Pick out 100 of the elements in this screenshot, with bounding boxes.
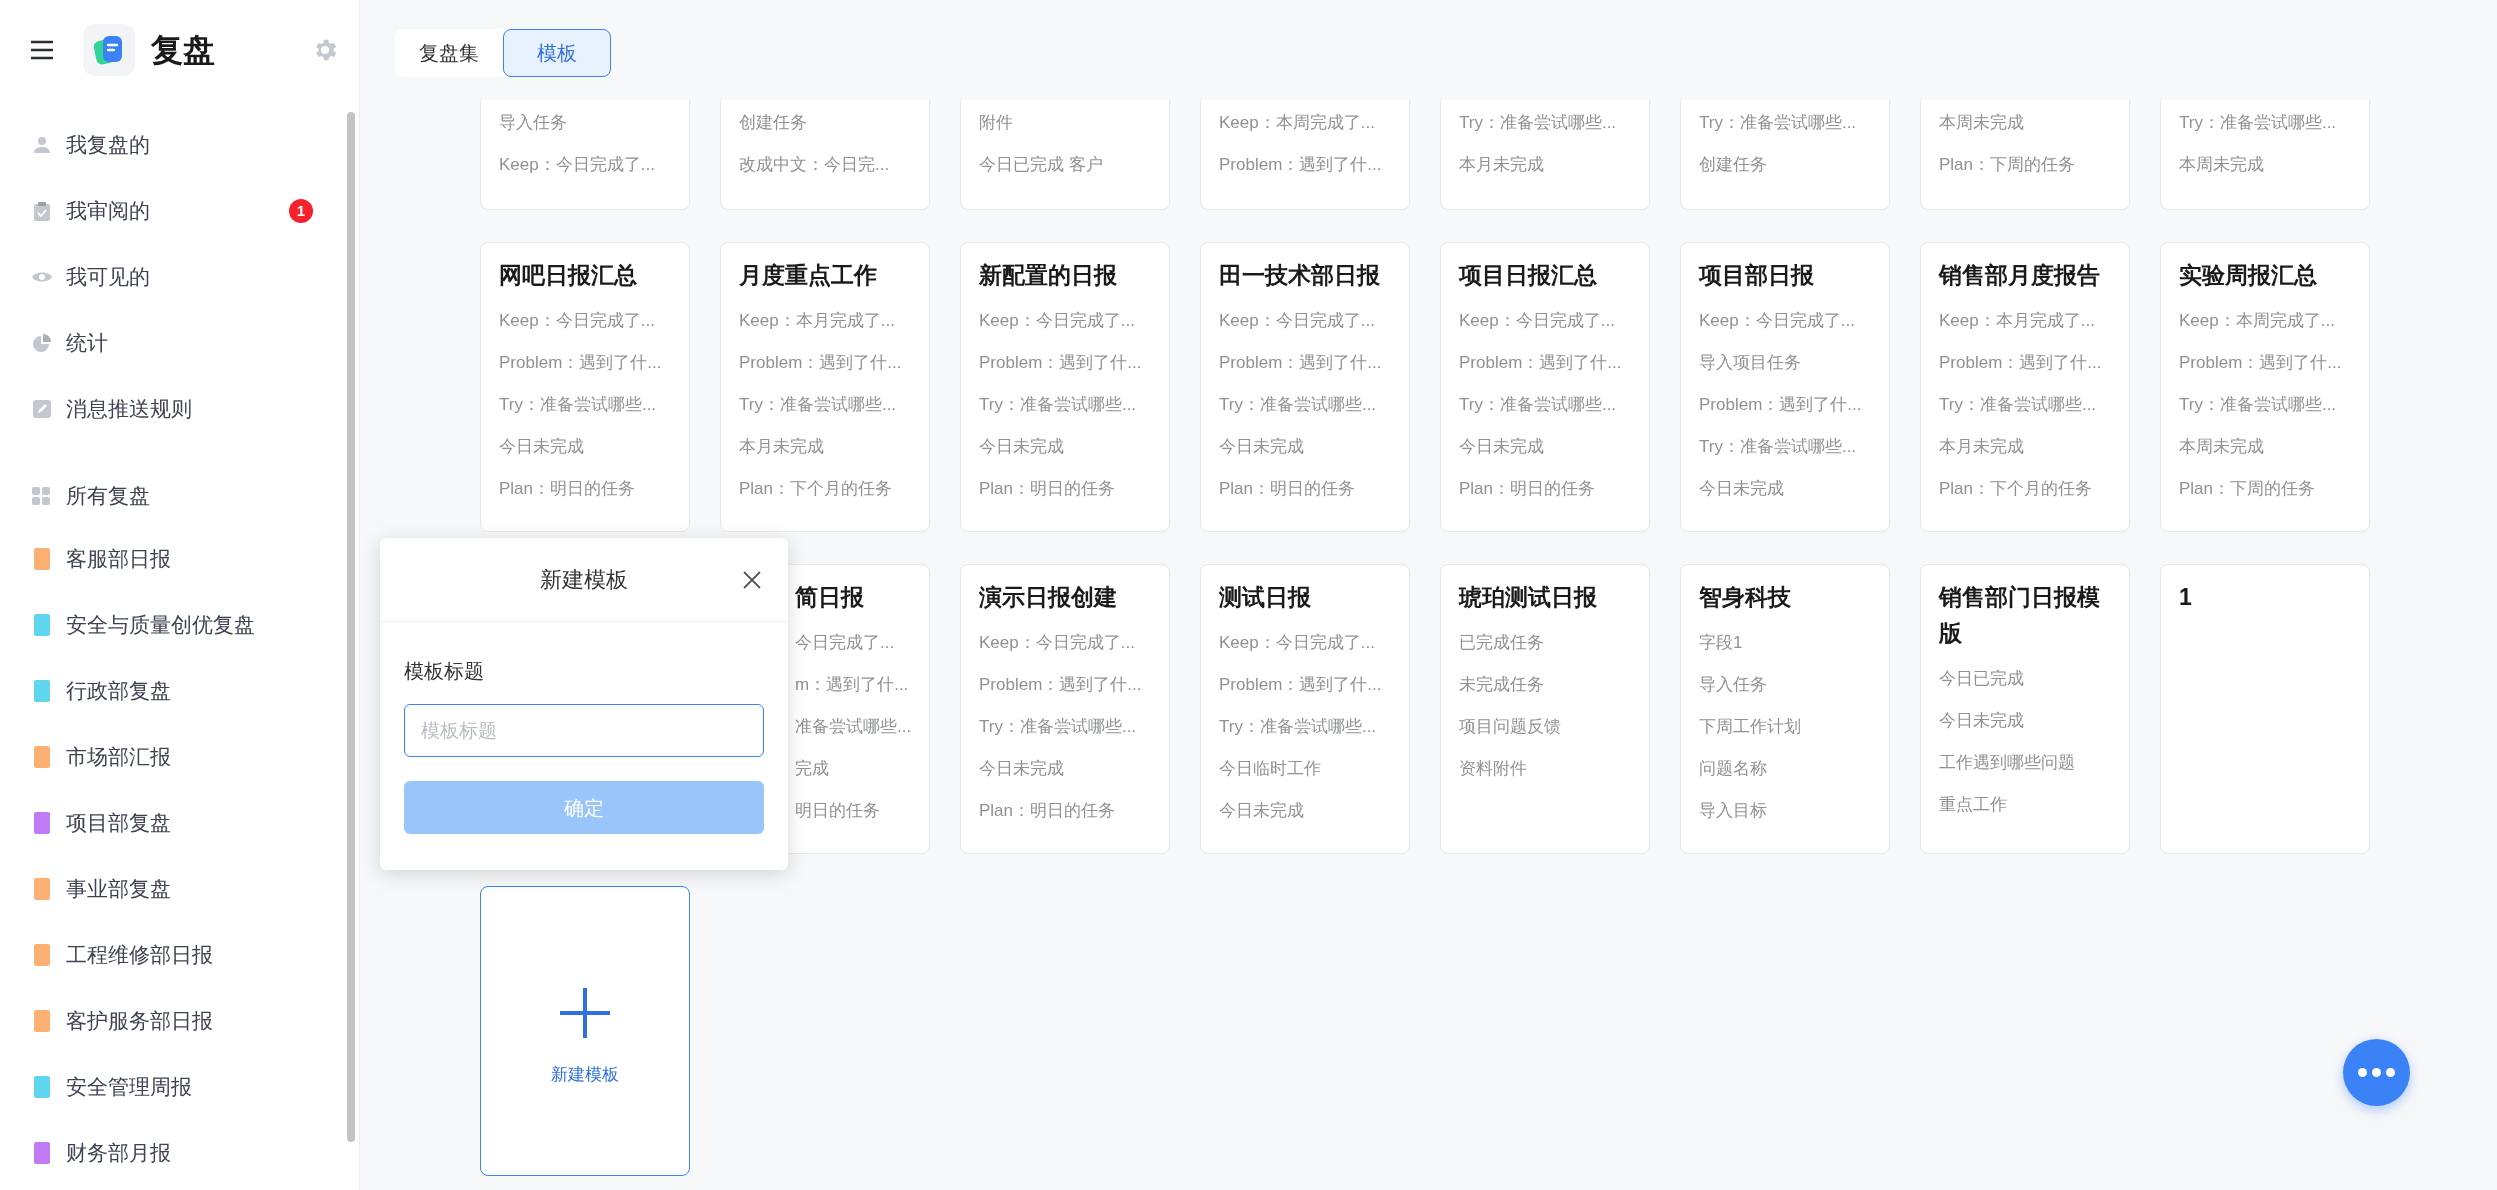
board-item[interactable]: 行政部复盘 (0, 658, 347, 724)
template-field: Try：准备尝试哪些... (979, 706, 1151, 748)
template-card[interactable]: 智身科技 字段1 导入任务 下周工作计划 问题名称 导入目标 (1680, 564, 1890, 854)
nav-item[interactable]: 我审阅的 1 (0, 178, 347, 244)
template-field: 完成 (795, 748, 919, 790)
template-card[interactable]: 新配置的日报 Keep：今日完成了... Problem：遇到了什... Try：准备尝试哪些... 今日未完成 Plan：明日的任务 (960, 242, 1170, 532)
menu-icon[interactable] (29, 39, 55, 61)
template-card[interactable]: 琥珀测试日报 已完成任务 未完成任务 项目问题反馈 资料附件 (1440, 564, 1650, 854)
scrollbar[interactable] (347, 112, 355, 1142)
board-item[interactable]: 财务部月报 (0, 1120, 347, 1186)
template-field: Keep：今日完成了... (979, 622, 1151, 664)
nav-item[interactable]: 我可见的 (0, 244, 347, 310)
template-field: Problem：遇到了什... (499, 342, 671, 384)
template-field: 导入项目任务 (1699, 342, 1871, 384)
close-button[interactable] (741, 569, 763, 591)
template-card[interactable]: 项目部日报 Keep：今日完成了... 导入项目任务 Problem：遇到了什... Try：准备尝试哪些... 今日未完成 (1680, 242, 1890, 532)
template-field: Plan：下周的任务 (2179, 468, 2351, 510)
template-field: 本周未完成 (1939, 102, 2111, 144)
eye-icon (32, 270, 52, 284)
template-field: 今日未完成 (1459, 426, 1631, 468)
board-item[interactable]: 项目部复盘 (0, 790, 347, 856)
template-card[interactable]: 项目日报汇总 Keep：今日完成了... Problem：遇到了什... Try：准备尝试哪些... 今日未完成 Plan：明日的任务 (1440, 242, 1650, 532)
template-field: Keep：今日完成了... (499, 300, 671, 342)
template-field: Try：准备尝试哪些... (1219, 706, 1391, 748)
title-field[interactable]: 模板标题 (404, 704, 764, 757)
board-item[interactable]: 安全管理周报 (0, 1054, 347, 1120)
template-card[interactable]: 实验周报汇总 Keep：本周完成了... Problem：遇到了什... Try：准备尝试哪些... 本周未完成 Plan：下周的任务 (2160, 242, 2370, 532)
template-field: 工作遇到哪些问题 (1939, 742, 2111, 784)
template-field: Plan：明日的任务 (1459, 468, 1631, 510)
card-title: 田一技术部日报 (1219, 261, 1381, 290)
template-field: 问题名称 (1699, 748, 1871, 790)
board-item[interactable]: 市场部汇报 (0, 724, 347, 790)
template-field: Plan：明日的任务 (979, 468, 1151, 510)
template-field: Try：准备尝试哪些... (1699, 426, 1871, 468)
template-card[interactable]: 销售部月度报告 Keep：本月完成了... Problem：遇到了什... Try：准备尝试哪些... 本月未完成 Plan：下个月的任务 (1920, 242, 2130, 532)
template-field: Keep：今日完成了... (1459, 300, 1631, 342)
template-card[interactable]: 网吧日报汇总 Keep：今日完成了... Problem：遇到了什... Try：准备尝试哪些... 今日未完成 Plan：明日的任务 (480, 242, 690, 532)
template-field: Problem：遇到了什... (1939, 342, 2111, 384)
template-field: 本周未完成 (2179, 426, 2351, 468)
template-field: 今日完成了... (795, 622, 919, 664)
tab[interactable]: 复盘集 (395, 29, 503, 77)
template-field: Try：准备尝试哪些... (979, 384, 1151, 426)
template-card[interactable]: 测试日报 Keep：今日完成了... Problem：遇到了什... Try：准备尝试哪些... 今日临时工作 今日未完成 (1200, 564, 1410, 854)
template-field: Keep：今日完成了... (1219, 300, 1391, 342)
template-field: 导入目标 (1699, 790, 1871, 832)
card-title: 新配置的日报 (979, 261, 1118, 290)
template-card[interactable]: 田一技术部日报 Keep：今日完成了... Problem：遇到了什... Try：准备尝试哪些... 今日未完成 Plan：明日的任务 (1200, 242, 1410, 532)
grid-icon (32, 486, 50, 505)
nav-item[interactable]: 我复盘的 (0, 112, 347, 178)
template-field: Keep：今日完成了... (499, 144, 671, 186)
card-title: 琥珀测试日报 (1459, 583, 1598, 612)
board-item[interactable]: 客服部日报 (0, 526, 347, 592)
template-field: 下周工作计划 (1699, 706, 1871, 748)
template-card[interactable]: 1 (2160, 564, 2370, 854)
card-title: 项目日报汇总 (1459, 261, 1598, 290)
template-card[interactable]: 销售部门日报模版 今日已完成 今日未完成 工作遇到哪些问题 重点工作 (1920, 564, 2130, 854)
template-field: Problem：遇到了什... (2179, 342, 2351, 384)
template-field: 字段1 (1699, 622, 1871, 664)
nav-item[interactable]: 消息推送规则 (0, 376, 347, 442)
pie-chart-icon (33, 334, 51, 352)
template-card[interactable]: 演示日报创建 Keep：今日完成了... Problem：遇到了什... Try：准备尝试哪些... 今日未完成 Plan：明日的任务 (960, 564, 1170, 854)
template-field: 附件 (979, 102, 1151, 144)
card-title: 1 (2179, 583, 2193, 612)
tab[interactable]: 模板 (503, 29, 611, 77)
template-field: 项目问题反馈 (1459, 706, 1631, 748)
template-field: 明日的任务 (795, 790, 919, 832)
template-field: 导入任务 (499, 102, 671, 144)
user-icon (33, 136, 51, 154)
field-label: 模板标题 (404, 659, 485, 684)
template-field: 改成中文：今日完... (739, 144, 911, 186)
template-field: 今日已完成 客户 (979, 144, 1151, 186)
clipboard-check-icon (33, 201, 51, 221)
template-field: Plan：下个月的任务 (739, 468, 911, 510)
template-card[interactable]: 月度重点工作 Keep：本月完成了... Problem：遇到了什... Try：准备尝试哪些... 本月未完成 Plan：下个月的任务 (720, 242, 930, 532)
card-title: 智身科技 (1699, 583, 1792, 612)
template-field: Try：准备尝试哪些... (1939, 384, 2111, 426)
template-field: 今日未完成 (1219, 790, 1391, 832)
template-field: Problem：遇到了什... (1459, 342, 1631, 384)
board-item[interactable]: 安全与质量创优复盘 (0, 592, 347, 658)
new-template-card[interactable]: 新建模板 (480, 886, 690, 1176)
card-title: 销售部月度报告 (1939, 261, 2101, 290)
card-title: 项目部日报 (1699, 261, 1815, 290)
nav-item[interactable]: 统计 (0, 310, 347, 376)
template-field: Problem：遇到了什... (1219, 144, 1391, 186)
board-item[interactable]: 事业部复盘 (0, 856, 347, 922)
template-field: 导入任务 (1699, 664, 1871, 706)
board-item[interactable]: 客护服务部日报 (0, 988, 347, 1054)
plus-icon (558, 986, 612, 1040)
template-field: 今日未完成 (1219, 426, 1391, 468)
template-field: Problem：遇到了什... (739, 342, 911, 384)
more-button[interactable] (2343, 1039, 2410, 1106)
board-item[interactable]: 工程维修部日报 (0, 922, 347, 988)
template-field: 本月未完成 (1459, 144, 1631, 186)
template-field: 资料附件 (1459, 748, 1631, 790)
template-field: Problem：遇到了什... (979, 342, 1151, 384)
template-field: Problem：遇到了什... (979, 664, 1151, 706)
nav-item[interactable]: 所有复盘 (0, 465, 347, 526)
count-badge: 1 (289, 199, 313, 223)
template-field: Try：准备尝试哪些... (1219, 384, 1391, 426)
template-field: 未完成任务 (1459, 664, 1631, 706)
